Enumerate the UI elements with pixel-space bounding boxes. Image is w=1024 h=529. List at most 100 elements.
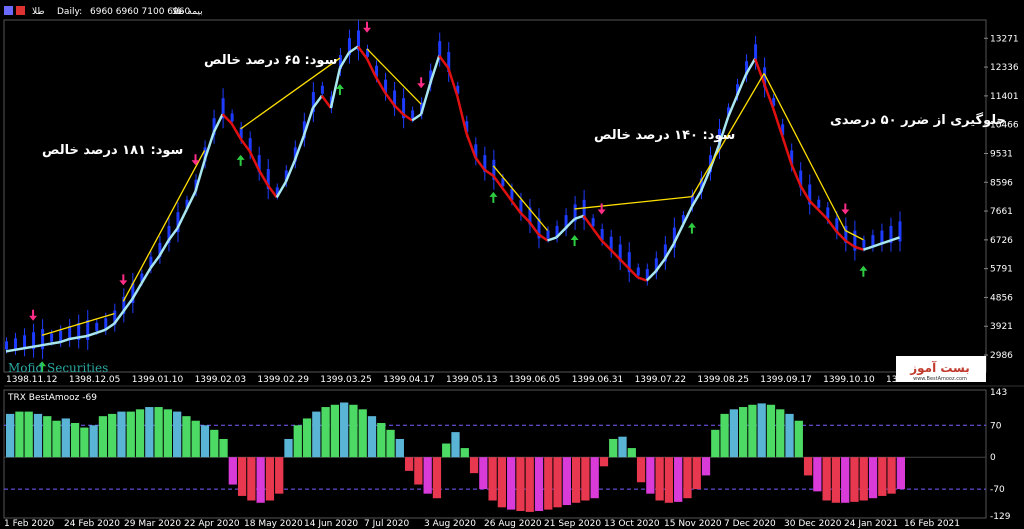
osc-bar — [80, 427, 89, 458]
persian-date-label: 1399.01.10 — [132, 375, 184, 385]
osc-bar — [237, 457, 247, 496]
osc-bar — [89, 425, 98, 458]
gregorian-date-label: 7 Dec 2020 — [724, 519, 776, 529]
osc-bar — [729, 409, 738, 458]
osc-bar — [618, 436, 627, 458]
osc-bar — [349, 404, 358, 458]
gregorian-date-label: 14 Jun 2020 — [304, 519, 358, 529]
window-icon[interactable] — [4, 6, 13, 15]
osc-bar — [395, 438, 404, 458]
osc-bar — [302, 418, 312, 458]
persian-date-label: 1399.10.10 — [823, 375, 875, 385]
header-right-symbol: بیمه طلا — [172, 7, 203, 17]
gregorian-date-label: 30 Dec 2020 — [784, 519, 842, 529]
osc-bar — [15, 411, 24, 458]
osc-bar — [553, 457, 562, 508]
gregorian-date-label: 26 Aug 2020 — [484, 519, 542, 529]
gregorian-date-label: 18 May 2020 — [244, 519, 303, 529]
osc-bar — [766, 404, 776, 458]
persian-date-label: 1398.11.12 — [6, 375, 58, 385]
osc-bar — [785, 413, 794, 458]
osc-bar — [859, 457, 868, 501]
osc-title: TRX BestAmooz -69 — [7, 393, 97, 403]
osc-bar — [627, 448, 636, 458]
osc-bar — [674, 457, 683, 502]
persian-date-label: 1399.02.03 — [195, 375, 247, 385]
osc-bar — [720, 413, 729, 458]
osc-bar — [488, 457, 497, 501]
osc-bar — [701, 457, 711, 476]
persian-date-label: 1399.06.31 — [572, 375, 624, 385]
osc-bar — [571, 457, 581, 503]
osc-bar — [525, 457, 534, 512]
price-tick-label: 8596 — [990, 178, 1013, 188]
osc-bar — [868, 457, 878, 499]
osc-bar — [108, 413, 117, 458]
gregorian-date-label: 24 Feb 2020 — [64, 519, 120, 529]
persian-date-label: 1399.06.05 — [509, 375, 561, 385]
price-tick-label: 6726 — [990, 236, 1013, 246]
osc-bar — [98, 416, 108, 458]
osc-bar — [831, 457, 841, 503]
osc-bar — [358, 409, 367, 458]
annotation-profit-140: سود: ۱۴۰ درصد خالص — [594, 128, 735, 143]
osc-bar — [423, 457, 432, 494]
osc-bar — [850, 457, 859, 502]
osc-bar — [813, 457, 822, 492]
osc-bar — [822, 457, 831, 501]
annotation-profit-65: سود: ۶۵ درصد خالص — [204, 53, 337, 68]
osc-tick-label: -129 — [990, 512, 1011, 522]
logo-text: بست آموز — [909, 360, 970, 376]
osc-bar — [284, 438, 293, 458]
osc-bar — [200, 425, 210, 458]
logo-url: www.BestAmooz.com — [913, 376, 967, 382]
osc-bar — [590, 457, 599, 499]
persian-date-label: 1399.05.13 — [446, 375, 498, 385]
gregorian-date-label: 16 Feb 2021 — [904, 519, 960, 529]
osc-bar — [256, 457, 265, 503]
osc-bar — [469, 457, 479, 474]
osc-bar — [6, 413, 15, 458]
osc-bar — [664, 457, 674, 503]
osc-bar — [609, 438, 618, 458]
osc-bar — [377, 423, 386, 458]
osc-bar — [451, 432, 460, 458]
osc-bar — [154, 407, 163, 458]
osc-bar — [414, 457, 423, 485]
trail-segment — [23, 345, 34, 350]
osc-bar — [265, 457, 275, 501]
gregorian-date-label: 21 Sep 2020 — [544, 519, 601, 529]
annotation-stop-loss: جلوگیری از ضرر ۵۰ درصدی — [830, 112, 1006, 128]
osc-bar — [516, 457, 525, 511]
trail-segment — [14, 347, 25, 352]
persian-date-label: 1398.12.05 — [69, 375, 121, 385]
osc-bar — [655, 457, 664, 501]
price-tick-label: 2986 — [990, 351, 1013, 361]
osc-bar — [738, 407, 748, 458]
osc-bar — [126, 411, 135, 458]
osc-bar — [182, 416, 191, 458]
osc-bar — [275, 457, 284, 494]
persian-date-label: 1399.04.17 — [383, 375, 435, 385]
osc-bar — [581, 457, 590, 501]
close-icon[interactable] — [16, 6, 25, 15]
osc-bar — [386, 429, 395, 458]
osc-bar — [191, 420, 200, 458]
trail-segment — [5, 348, 16, 353]
osc-bar — [117, 411, 126, 458]
osc-bar — [163, 409, 173, 458]
broker-watermark: Mofid Securities — [8, 361, 108, 375]
osc-bar — [367, 416, 377, 458]
date-axis-persian: 1398.11.12 1398.12.05 1399.01.10 1399.02.03… — [6, 375, 938, 385]
osc-tick-label: 0 — [990, 453, 996, 463]
osc-bar — [145, 407, 154, 458]
osc-bar — [803, 457, 813, 476]
osc-bar — [135, 409, 145, 458]
persian-date-label: 1399.02.29 — [257, 375, 309, 385]
persian-date-label: 1399.07.22 — [635, 375, 687, 385]
gregorian-date-label: 3 Aug 2020 — [424, 519, 476, 529]
persian-date-label: 1399.03.25 — [320, 375, 372, 385]
osc-bar — [70, 423, 80, 458]
osc-bar — [33, 413, 43, 458]
osc-bar — [340, 402, 349, 458]
